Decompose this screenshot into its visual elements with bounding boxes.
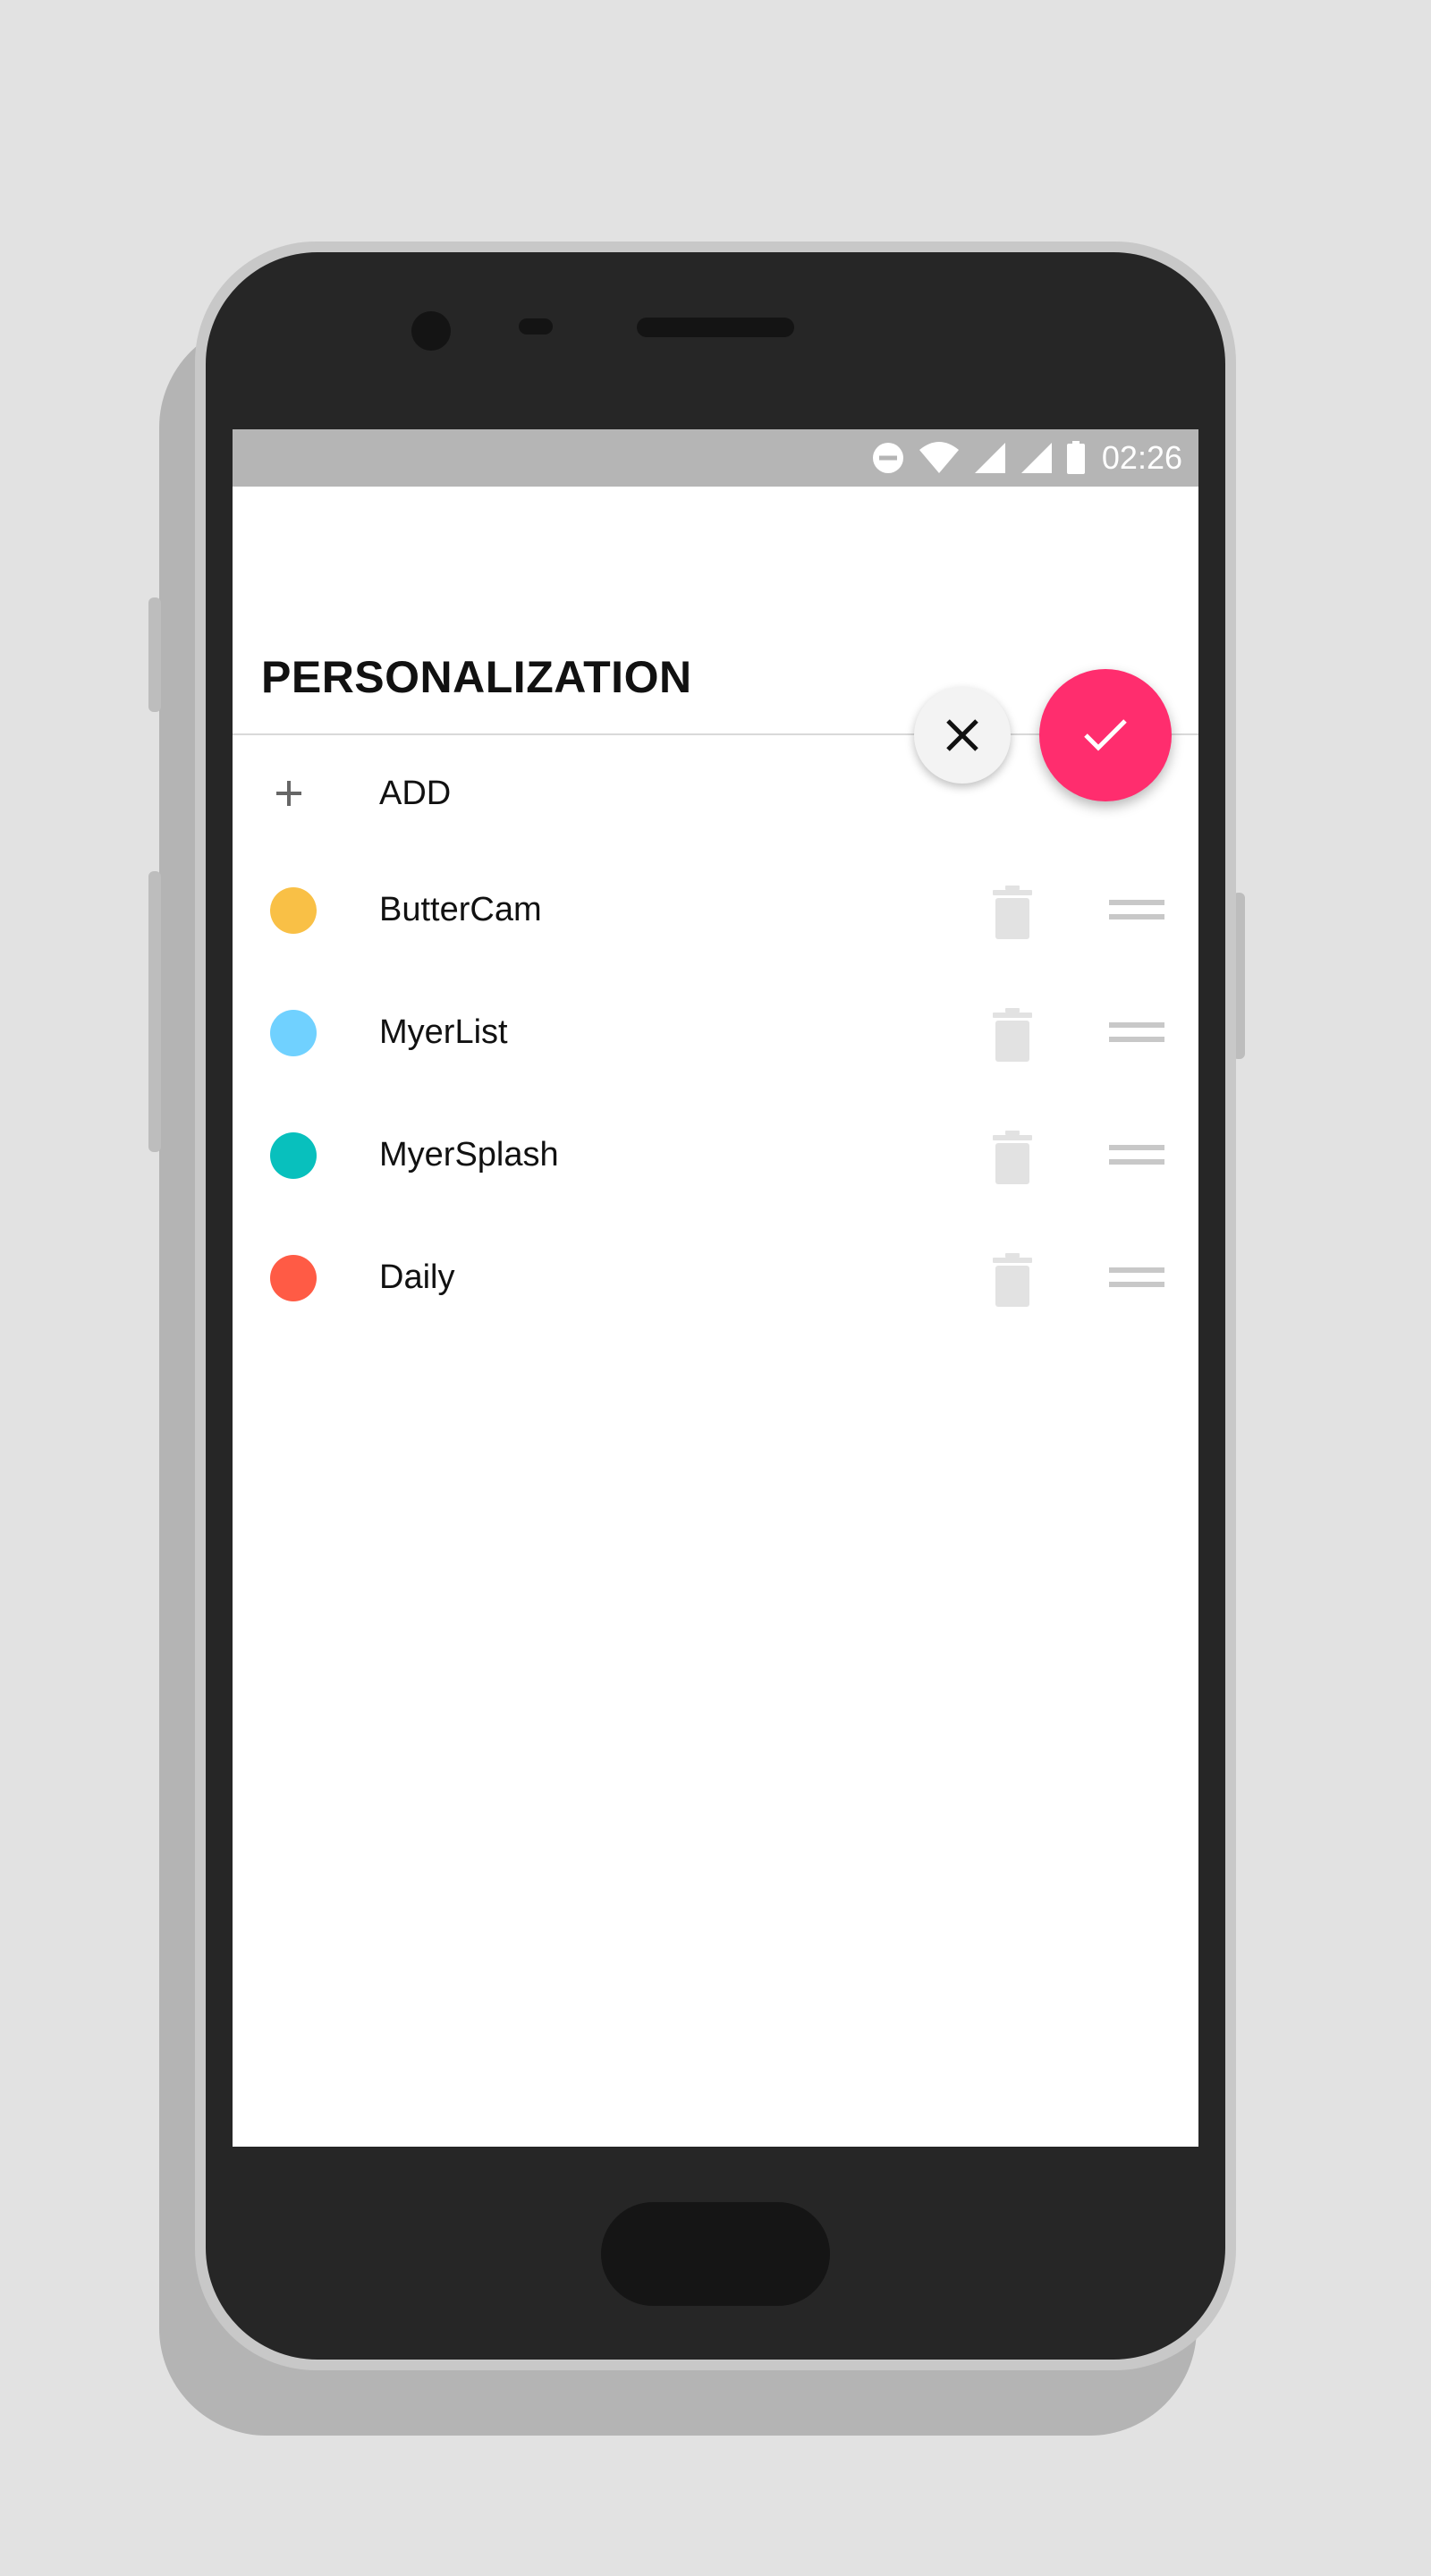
item-label: MyerSplash (379, 1136, 559, 1174)
add-label: ADD (379, 775, 452, 812)
drag-handle-icon[interactable] (1109, 1019, 1164, 1046)
battery-icon (1066, 441, 1085, 474)
close-icon (946, 719, 978, 751)
cancel-button[interactable] (914, 687, 1011, 784)
color-dot (270, 1132, 317, 1179)
volume-down-button (148, 871, 161, 1152)
earpiece-speaker (637, 318, 794, 337)
home-button[interactable] (601, 2202, 830, 2306)
trash-icon[interactable] (993, 1131, 1032, 1184)
check-icon (1084, 719, 1127, 751)
drag-handle-icon[interactable] (1109, 1264, 1164, 1291)
plus-icon (276, 781, 301, 806)
confirm-button[interactable] (1039, 669, 1172, 801)
trash-icon[interactable] (993, 1008, 1032, 1062)
app-screen: 02:26 PERSONALIZATION ADD ButterCam Myer… (233, 429, 1198, 2147)
status-bar: 02:26 (233, 429, 1198, 487)
item-label: ButterCam (379, 891, 542, 928)
device-mockup: 02:26 PERSONALIZATION ADD ButterCam Myer… (0, 0, 1431, 2576)
trash-icon[interactable] (993, 886, 1032, 939)
proximity-sensor (519, 318, 553, 335)
do-not-disturb-icon (872, 443, 903, 473)
drag-handle-icon[interactable] (1109, 896, 1164, 923)
color-dot (270, 1010, 317, 1056)
list-item[interactable]: MyerSplash (233, 1095, 1198, 1217)
item-label: Daily (379, 1258, 455, 1296)
trash-icon[interactable] (993, 1253, 1032, 1307)
color-dot (270, 887, 317, 934)
front-camera (411, 311, 451, 351)
list-item[interactable]: ButterCam (233, 850, 1198, 972)
signal-icon (1020, 443, 1052, 473)
color-dot (270, 1255, 317, 1301)
list-item[interactable]: Daily (233, 1217, 1198, 1340)
page-title: PERSONALIZATION (261, 652, 692, 702)
item-label: MyerList (379, 1013, 508, 1051)
list-item[interactable]: MyerList (233, 972, 1198, 1095)
volume-up-button (148, 597, 161, 712)
wifi-icon (919, 442, 959, 473)
signal-icon (974, 443, 1005, 473)
drag-handle-icon[interactable] (1109, 1141, 1164, 1168)
status-time: 02:26 (1101, 439, 1182, 476)
personalization-list: ButterCam MyerList MyerSplash Daily (233, 850, 1198, 1340)
